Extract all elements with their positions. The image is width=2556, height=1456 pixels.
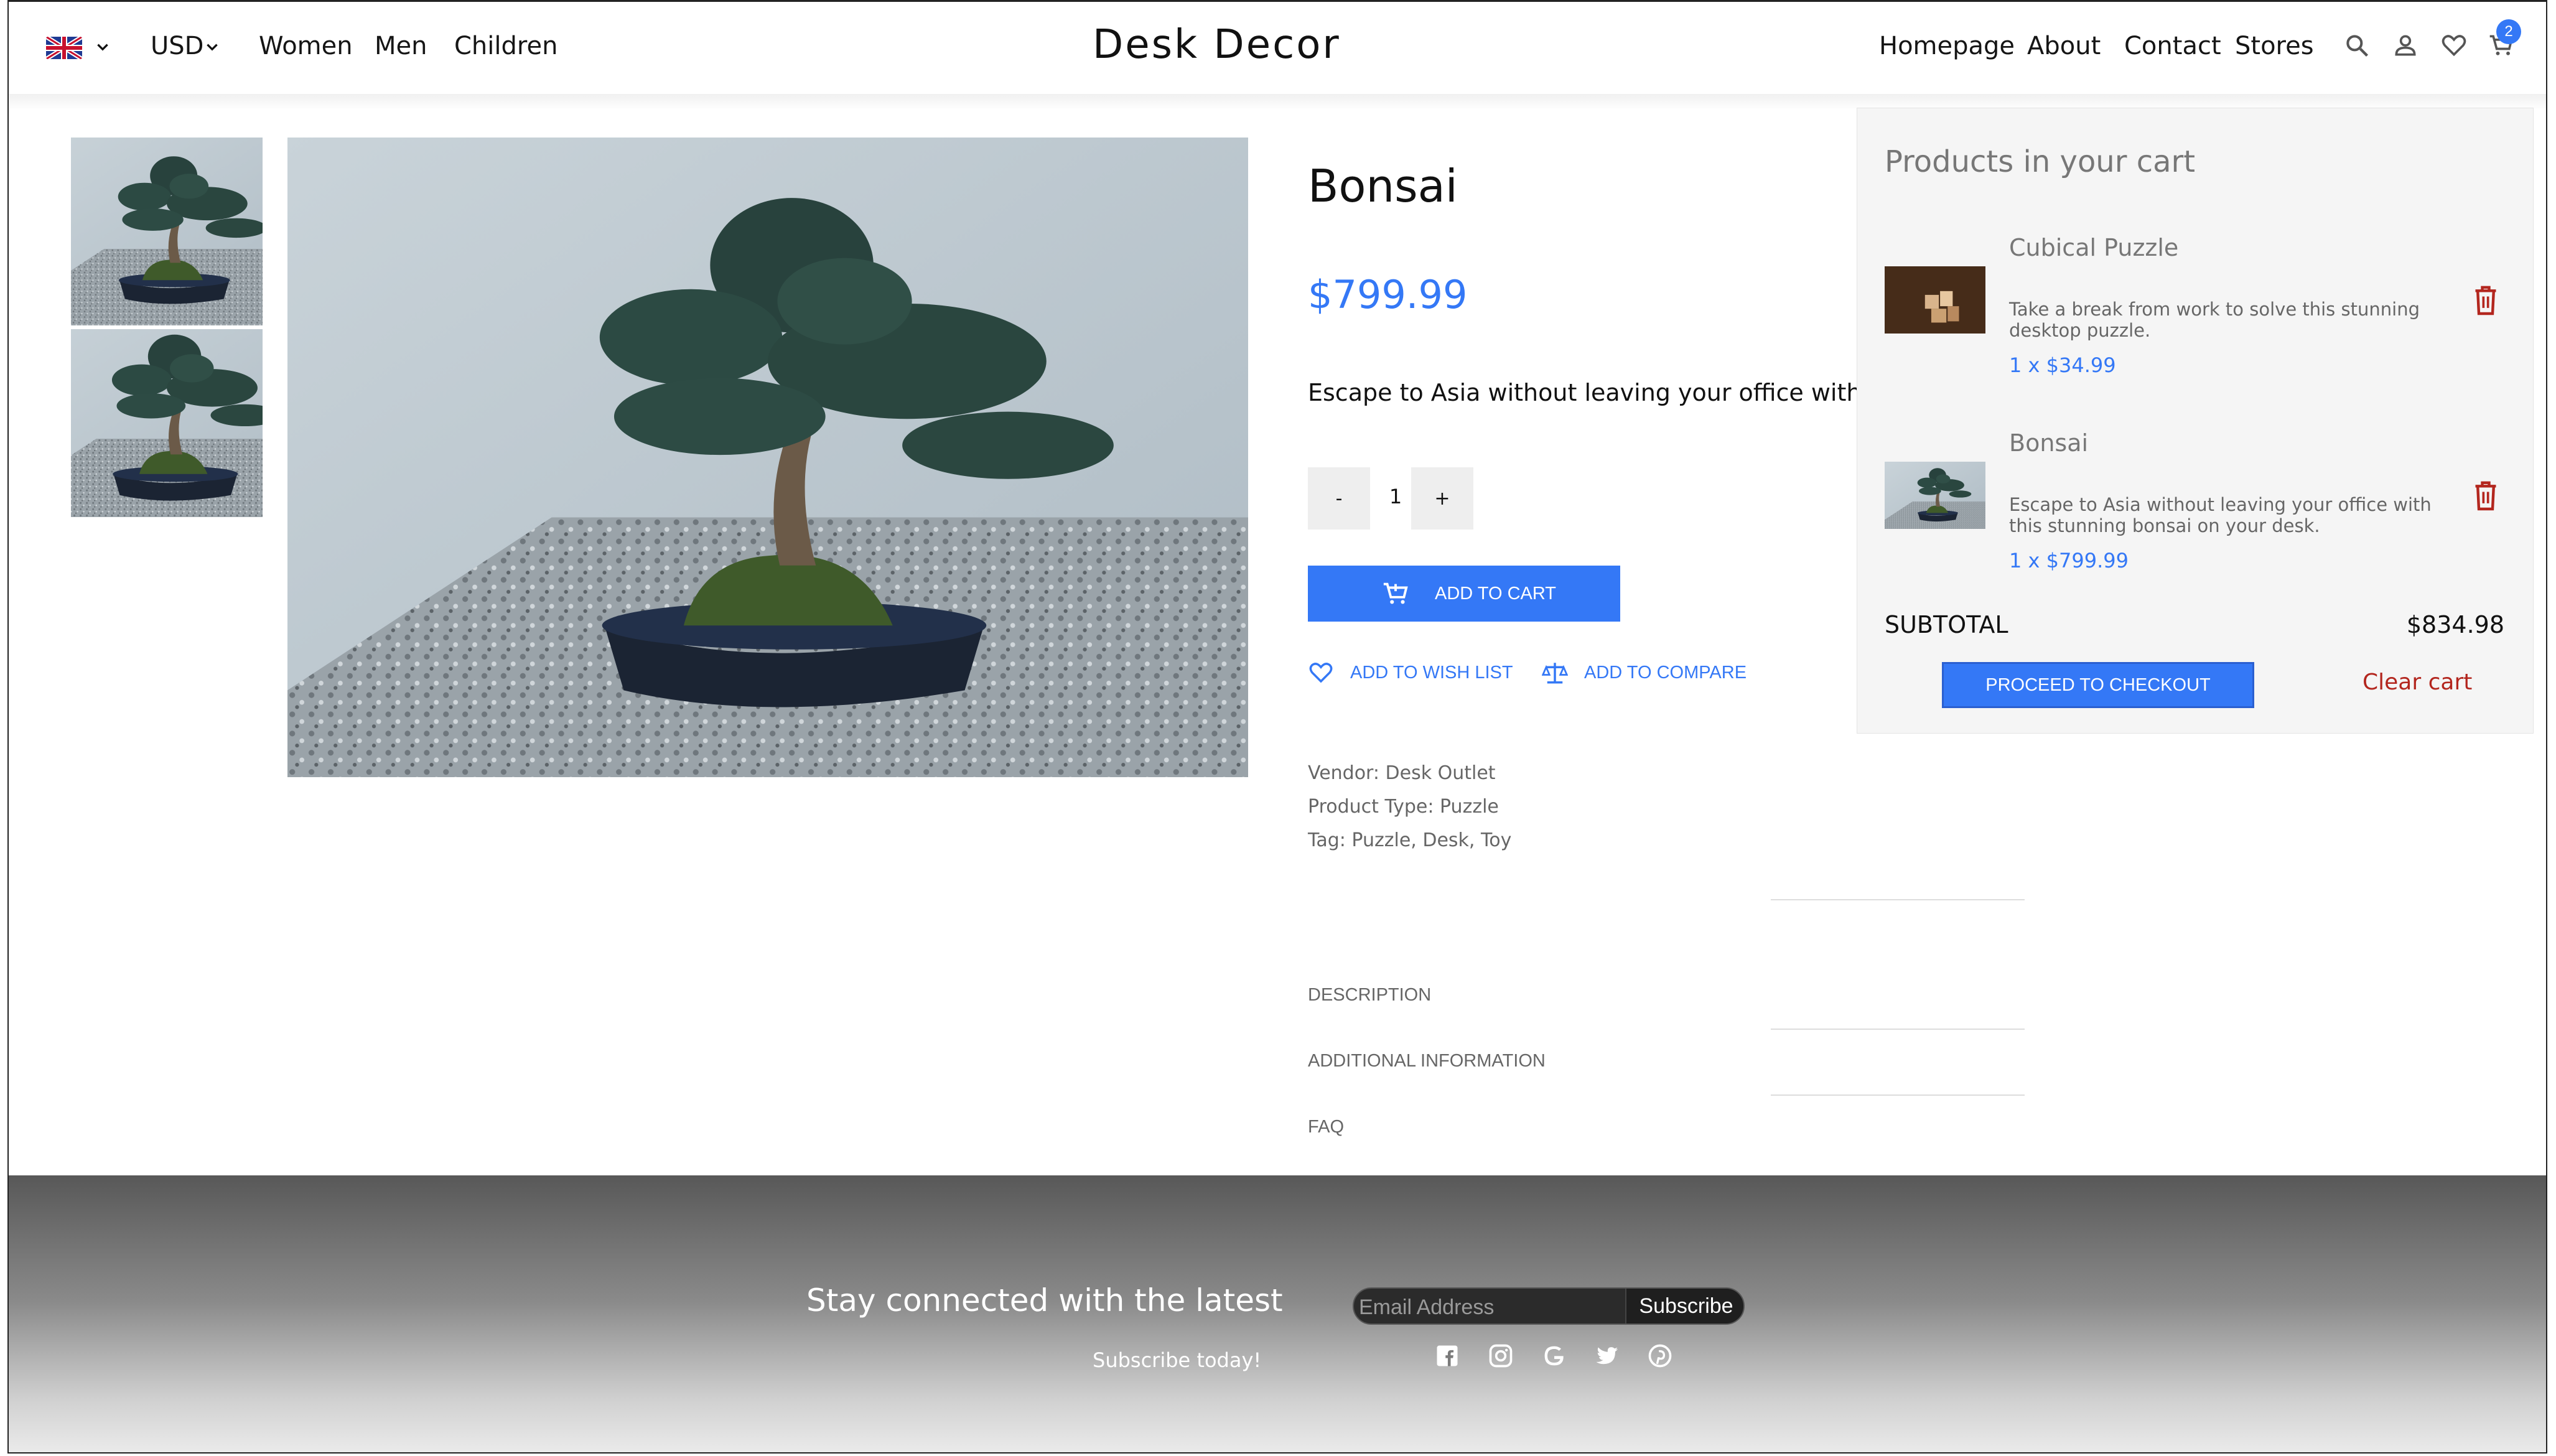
chevron-down-icon[interactable] xyxy=(95,39,111,55)
quantity-decrease-button[interactable]: - xyxy=(1308,467,1370,530)
cart-dropdown: Products in your cart Cubical Puzzle Tak… xyxy=(1857,108,2534,734)
add-to-cart-label: ADD TO CART xyxy=(1435,583,1556,604)
add-to-cart-button[interactable]: ADD TO CART xyxy=(1308,566,1620,622)
product-title: Bonsai xyxy=(1308,160,1458,212)
cart-item-name[interactable]: Bonsai xyxy=(2009,429,2088,457)
email-input[interactable] xyxy=(1359,1292,1621,1322)
cart-item-image[interactable] xyxy=(1885,266,1985,334)
subtotal-value: $834.98 xyxy=(2406,611,2504,638)
product-thumbnail[interactable] xyxy=(71,138,263,325)
delete-icon[interactable] xyxy=(2472,479,2499,511)
nav-men[interactable]: Men xyxy=(375,32,427,60)
heart-icon[interactable] xyxy=(2440,32,2468,59)
pinterest-icon[interactable] xyxy=(1646,1342,1674,1370)
tab-additional-information[interactable]: ADDITIONAL INFORMATION xyxy=(1308,1051,1546,1071)
proceed-to-checkout-button[interactable]: PROCEED TO CHECKOUT xyxy=(1942,662,2254,708)
nav-homepage[interactable]: Homepage xyxy=(1879,32,2015,60)
divider xyxy=(1771,1029,2025,1030)
nav-children[interactable]: Children xyxy=(454,32,557,60)
google-icon[interactable] xyxy=(1541,1342,1568,1370)
instagram-icon[interactable] xyxy=(1487,1342,1514,1370)
cart-item-description: Take a break from work to solve this stu… xyxy=(2009,299,2420,341)
product-tags: Tag: Puzzle, Desk, Toy xyxy=(1308,829,1512,851)
product-description: Escape to Asia without leaving your offi… xyxy=(1308,379,1912,406)
search-icon[interactable] xyxy=(2343,32,2371,59)
cart-item-image[interactable] xyxy=(1885,462,1985,529)
product-thumbnail[interactable] xyxy=(71,329,263,517)
product-main-image[interactable] xyxy=(287,138,1248,777)
browser-viewport: USD Women Men Children Desk Decor Homepa… xyxy=(7,0,2547,1454)
product-vendor: Vendor: Desk Outlet xyxy=(1308,762,1496,784)
delete-icon[interactable] xyxy=(2472,284,2499,316)
twitter-icon[interactable] xyxy=(1593,1342,1620,1370)
add-to-compare-link[interactable]: ADD TO COMPARE xyxy=(1542,659,1747,686)
cart-item-quantity-price: 1 x $34.99 xyxy=(2009,353,2116,377)
clear-cart-link[interactable]: Clear cart xyxy=(2362,670,2472,695)
chevron-down-icon[interactable] xyxy=(204,39,220,55)
nav-women[interactable]: Women xyxy=(259,32,353,60)
add-to-compare-label: ADD TO COMPARE xyxy=(1584,662,1747,683)
cart-add-icon xyxy=(1383,582,1408,604)
add-to-wishlist-link[interactable]: ADD TO WISH LIST xyxy=(1308,659,1513,686)
product-price: $799.99 xyxy=(1308,272,1468,317)
currency-selector[interactable]: USD xyxy=(151,32,203,60)
scale-icon xyxy=(1542,663,1568,684)
language-flag-icon[interactable] xyxy=(46,37,82,59)
divider xyxy=(1771,1094,2025,1096)
cart-item-quantity-price: 1 x $799.99 xyxy=(2009,549,2129,572)
subscribe-button[interactable]: Subscribe xyxy=(1625,1289,1743,1323)
nav-stores[interactable]: Stores xyxy=(2235,32,2314,60)
cart-item-description: Escape to Asia without leaving your offi… xyxy=(2009,494,2432,536)
user-icon[interactable] xyxy=(2392,32,2419,59)
quantity-value[interactable]: 1 xyxy=(1380,485,1411,508)
quantity-increase-button[interactable]: + xyxy=(1411,467,1473,530)
newsletter-form: Subscribe xyxy=(1353,1287,1745,1325)
site-logo[interactable]: Desk Decor xyxy=(1093,22,1341,68)
tab-faq[interactable]: FAQ xyxy=(1308,1117,1344,1137)
tab-description[interactable]: DESCRIPTION xyxy=(1308,985,1431,1006)
subtotal-label: SUBTOTAL xyxy=(1885,611,2008,638)
newsletter-headline: Stay connected with the latest xyxy=(806,1282,1283,1318)
heart-icon xyxy=(1309,663,1333,683)
cart-count-badge: 2 xyxy=(2496,19,2521,44)
newsletter-subheadline: Subscribe today! xyxy=(1093,1348,1262,1372)
cart-item-name[interactable]: Cubical Puzzle xyxy=(2009,234,2178,261)
product-type: Product Type: Puzzle xyxy=(1308,796,1499,818)
nav-contact[interactable]: Contact xyxy=(2124,32,2221,60)
add-to-wishlist-label: ADD TO WISH LIST xyxy=(1350,662,1513,683)
divider xyxy=(1771,899,2025,900)
nav-about[interactable]: About xyxy=(2027,32,2101,60)
facebook-icon[interactable] xyxy=(1434,1342,1461,1370)
cart-title: Products in your cart xyxy=(1885,144,2196,179)
site-header: USD Women Men Children Desk Decor Homepa… xyxy=(9,2,2546,94)
